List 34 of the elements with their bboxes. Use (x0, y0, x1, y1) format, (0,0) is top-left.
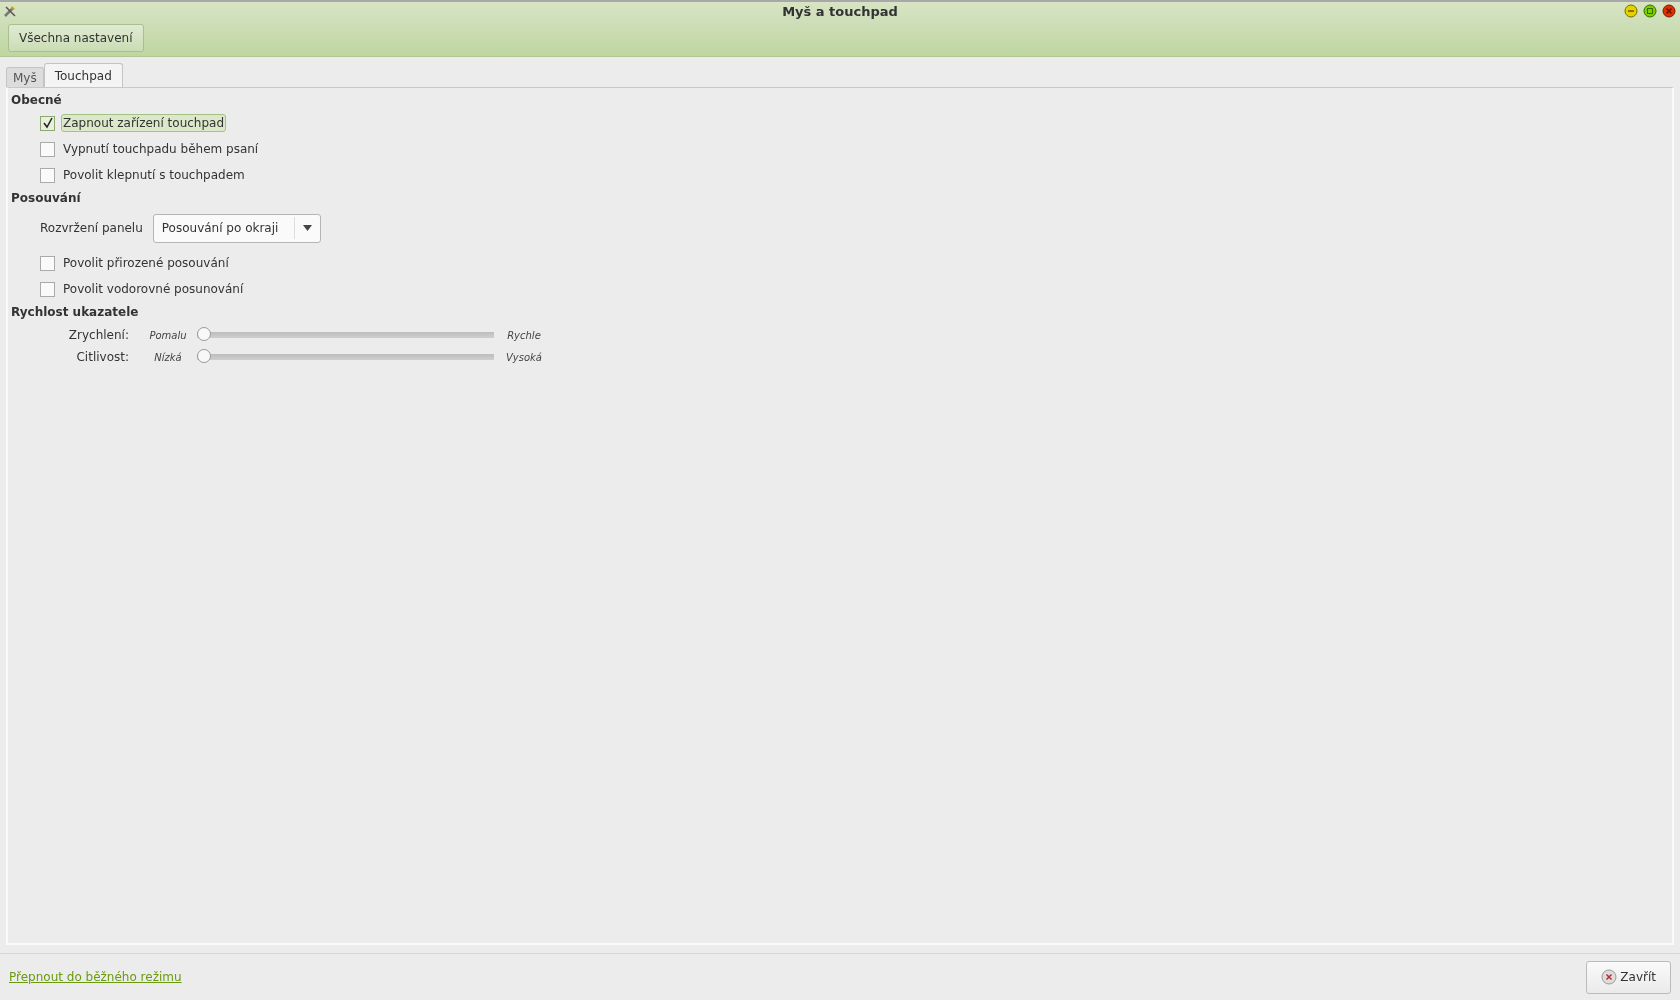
slider-thumb[interactable] (197, 327, 211, 341)
caret-icon (302, 225, 312, 231)
tools-icon (3, 4, 17, 18)
close-icon (1601, 969, 1618, 985)
minimize-icon[interactable] (1624, 4, 1638, 18)
checkbox[interactable] (40, 167, 55, 183)
slider-max-label: Rychle (506, 329, 542, 341)
close-icon[interactable] (1662, 4, 1676, 18)
checkbox[interactable] (40, 255, 55, 271)
checkbox-label[interactable]: Povolit přirozené posouvání (61, 254, 231, 272)
slider-min-label: Nízká (153, 351, 183, 363)
slider-max-label: Vysoká (505, 351, 543, 363)
checkbox-label[interactable]: Povolit vodorovné posunování (61, 280, 246, 298)
checkbox[interactable] (40, 281, 55, 297)
dropdown-label: Rozvržení panelu (40, 221, 143, 235)
slider-label: Zrychlení: (67, 328, 130, 342)
slider-label: Citlivost: (75, 350, 130, 364)
all-settings-button[interactable]: Všechna nastavení (8, 24, 144, 52)
checkbox-label[interactable]: Vypnutí touchpadu během psaní (61, 140, 261, 158)
checkbox[interactable] (40, 141, 55, 157)
tab[interactable]: Touchpad (43, 63, 123, 87)
slider-min-label: Pomalu (148, 329, 188, 341)
layout-dropdown[interactable]: Posouvání po okraji (152, 213, 321, 243)
slider-thumb[interactable] (197, 349, 211, 363)
tab[interactable]: Myš (6, 67, 44, 87)
maximize-icon[interactable] (1643, 4, 1657, 18)
section-heading: Posouvání (11, 190, 82, 206)
section-heading: Obecné (11, 92, 63, 108)
window-title: Myš a touchpad (782, 3, 898, 19)
close-button[interactable]: Zavřít (1586, 960, 1671, 994)
section-heading: Rychlost ukazatele (11, 304, 140, 320)
checkbox-label[interactable]: Zapnout zařízení touchpad (61, 114, 227, 132)
checkbox[interactable] (40, 115, 55, 131)
checkbox-label[interactable]: Povolit klepnutí s touchpadem (61, 166, 247, 184)
